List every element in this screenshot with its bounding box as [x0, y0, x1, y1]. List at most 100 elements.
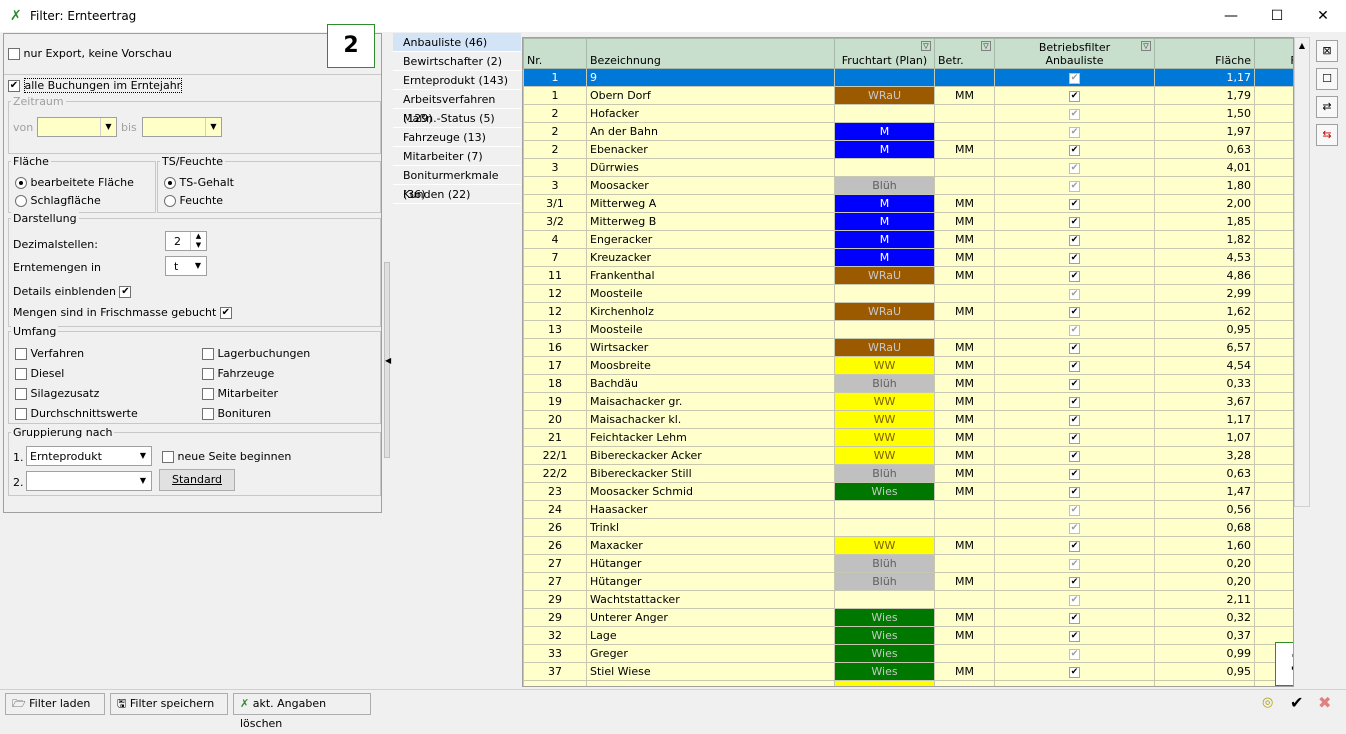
tab-boniturmerkmale[interactable]: Boniturmerkmale (36)	[393, 166, 521, 201]
cell-filter[interactable]	[1254, 122, 1293, 141]
table-row[interactable]: 1 Obern Dorf WRaU MM ✔ 1,79	[523, 86, 1293, 105]
umfang-fahrzeuge[interactable]: Fahrzeuge	[202, 367, 274, 380]
col-bezeichnung[interactable]: Bezeichnung	[586, 38, 835, 69]
cell-filter[interactable]	[1254, 572, 1293, 591]
cell-filter[interactable]	[1254, 248, 1293, 267]
cell-filter[interactable]	[1254, 302, 1293, 321]
cell-filter[interactable]	[1254, 410, 1293, 429]
export-only-checkbox-row[interactable]: nur Export, keine Vorschau	[8, 47, 172, 60]
cell-filter[interactable]	[1254, 518, 1293, 537]
table-row[interactable]: 1 9 ✔ 1,17	[523, 68, 1293, 87]
minimize-button[interactable]: —	[1208, 0, 1254, 32]
new-page-row[interactable]: neue Seite beginnen	[162, 450, 291, 463]
umfang-mitarbeiter[interactable]: Mitarbeiter	[202, 387, 278, 400]
table-row[interactable]: 3 Dürrwies ✔ 4,01	[523, 158, 1293, 177]
table-row[interactable]: 29 Unterer Anger Wies MM ✔ 0,32	[523, 608, 1293, 627]
cell-filter[interactable]	[1254, 284, 1293, 303]
table-row[interactable]: 2 An der Bahn M ✔ 1,97	[523, 122, 1293, 141]
tab-bewirtschafter[interactable]: Bewirtschafter (2)	[393, 52, 521, 71]
col-betriebsfilter[interactable]: Betriebsfilter Anbauliste ▽	[994, 38, 1155, 69]
cell-filter[interactable]	[1254, 428, 1293, 447]
cell-filter[interactable]	[1254, 338, 1293, 357]
table-row[interactable]: 22/1 Bibereckacker Acker WW MM ✔ 3,28	[523, 446, 1293, 465]
cell-filter[interactable]	[1254, 86, 1293, 105]
table-row[interactable]: 29 Wachtstattacker ✔ 2,11	[523, 590, 1293, 609]
clear-button[interactable]: ✗ akt. Angaben löschen	[233, 693, 371, 730]
cell-filter[interactable]	[1254, 554, 1293, 573]
table-row[interactable]: 3/2 Mitterweg B M MM ✔ 1,85	[523, 212, 1293, 231]
help-icon[interactable]: ◎	[1262, 695, 1273, 710]
cell-filter[interactable]	[1254, 140, 1293, 159]
tab-arbeitsverfahren[interactable]: Arbeitsverfahren (129)	[393, 90, 521, 125]
umfang-diesel[interactable]: Diesel	[15, 367, 64, 380]
cell-filter[interactable]	[1254, 230, 1293, 249]
tab-fahrzeuge[interactable]: Fahrzeuge (13)	[393, 128, 521, 147]
tab-anbauliste[interactable]: Anbauliste (46)	[393, 33, 521, 52]
close-button[interactable]: ✕	[1300, 0, 1346, 32]
remove-filter-icon[interactable]: ⇆	[1316, 124, 1338, 146]
frisch-checkbox[interactable]: ✔	[219, 307, 232, 319]
details-checkbox[interactable]: ✔	[119, 286, 132, 298]
table-row[interactable]: 37 Stiel Wiese Wies MM ✔ 0,95	[523, 662, 1293, 681]
table-row[interactable]: 3/1 Mitterweg A M MM ✔ 2,00	[523, 194, 1293, 213]
ts-option-gehalt[interactable]: TS-Gehalt	[164, 176, 234, 189]
table-row[interactable]: 26 Trinkl ✔ 0,68	[523, 518, 1293, 537]
cell-filter[interactable]	[1254, 608, 1293, 627]
table-row[interactable]: 11 Frankenthal WRaU MM ✔ 4,86	[523, 266, 1293, 285]
erntemengen-select[interactable]: t ▼	[165, 256, 207, 276]
ts-option-feuchte[interactable]: Feuchte	[164, 194, 223, 207]
cell-filter[interactable]	[1254, 464, 1293, 483]
col-nr[interactable]: Nr.	[523, 38, 587, 69]
col-betr[interactable]: Betr. ▽	[934, 38, 995, 69]
col-filter[interactable]: Filter	[1254, 38, 1293, 69]
table-row[interactable]: 13 Moosteile ✔ 0,95	[523, 320, 1293, 339]
table-row[interactable]: 3 Moosacker Blüh ✔ 1,80	[523, 176, 1293, 195]
cell-filter[interactable]	[1254, 320, 1293, 339]
cell-filter[interactable]	[1254, 266, 1293, 285]
table-row[interactable]: 4 Engeracker M MM ✔ 1,82	[523, 230, 1293, 249]
table-row[interactable]: 20 Maisachacker kl. WW MM ✔ 1,17	[523, 410, 1293, 429]
cell-filter[interactable]	[1254, 374, 1293, 393]
table-row[interactable]: 24 Haasacker ✔ 0,56	[523, 500, 1293, 519]
table-row[interactable]: 16 Wirtsacker WRaU MM ✔ 6,57	[523, 338, 1293, 357]
select-all-icon[interactable]: ⊠	[1316, 40, 1338, 62]
umfang-bonituren[interactable]: Bonituren	[202, 407, 271, 420]
table-row[interactable]: 22/2 Bibereckacker Still Blüh MM ✔ 0,63	[523, 464, 1293, 483]
ok-check-icon[interactable]: ✔	[1290, 693, 1303, 712]
tab-massn-status[interactable]: Maßn.-Status (5)	[393, 109, 521, 128]
umfang-verfahren[interactable]: Verfahren	[15, 347, 84, 360]
umfang-durchschnitt[interactable]: Durchschnittswerte	[15, 407, 138, 420]
standard-button[interactable]: Standard	[159, 469, 235, 491]
all-bookings-checkbox[interactable]: ✔	[8, 80, 20, 92]
cell-filter[interactable]	[1254, 176, 1293, 195]
group-2-select[interactable]: ▼	[26, 471, 152, 491]
maximize-button[interactable]: ☐	[1254, 0, 1300, 32]
cell-filter[interactable]	[1254, 212, 1293, 231]
von-date-input[interactable]: ▼	[37, 117, 117, 137]
dezimal-stepper[interactable]: 2 ▲ ▼	[165, 231, 207, 251]
table-row[interactable]: 12 Kirchenholz WRaU MM ✔ 1,62	[523, 302, 1293, 321]
table-row[interactable]: 26 Maxacker WW MM ✔ 1,60	[523, 536, 1293, 555]
table-row[interactable]: 7 Kreuzacker M MM ✔ 4,53	[523, 248, 1293, 267]
cell-filter[interactable]	[1254, 500, 1293, 519]
splitter-handle[interactable]: ◀	[384, 262, 391, 458]
tab-kunden[interactable]: Kunden (22)	[393, 185, 521, 204]
umfang-silagezusatz[interactable]: Silagezusatz	[15, 387, 99, 400]
export-only-checkbox[interactable]	[8, 48, 20, 60]
filter-icon[interactable]: ▽	[1141, 41, 1151, 51]
table-row[interactable]: 27 Hütanger Blüh ✔ 0,20	[523, 554, 1293, 573]
table-row[interactable]: 33 Greger Wies ✔ 0,99	[523, 644, 1293, 663]
cell-filter[interactable]	[1254, 446, 1293, 465]
table-row[interactable]: 27 Hütanger Blüh MM ✔ 0,20	[523, 572, 1293, 591]
details-row[interactable]: Details einblenden ✔	[13, 285, 132, 298]
table-row[interactable]: 18 Bachdäu Blüh MM ✔ 0,33	[523, 374, 1293, 393]
cell-filter[interactable]	[1254, 536, 1293, 555]
scroll-up-icon[interactable]: ▲	[1295, 38, 1309, 54]
col-flaeche[interactable]: Fläche	[1154, 38, 1255, 69]
umfang-lagerbuchungen[interactable]: Lagerbuchungen	[202, 347, 310, 360]
filter-save-button[interactable]: 🖫 Filter speichern	[110, 693, 228, 715]
invert-selection-icon[interactable]: ⇄	[1316, 96, 1338, 118]
cell-filter[interactable]	[1254, 68, 1293, 87]
table-row[interactable]: 12 Moosteile ✔ 2,99	[523, 284, 1293, 303]
table-row[interactable]: 32 Lage Wies MM ✔ 0,37	[523, 626, 1293, 645]
